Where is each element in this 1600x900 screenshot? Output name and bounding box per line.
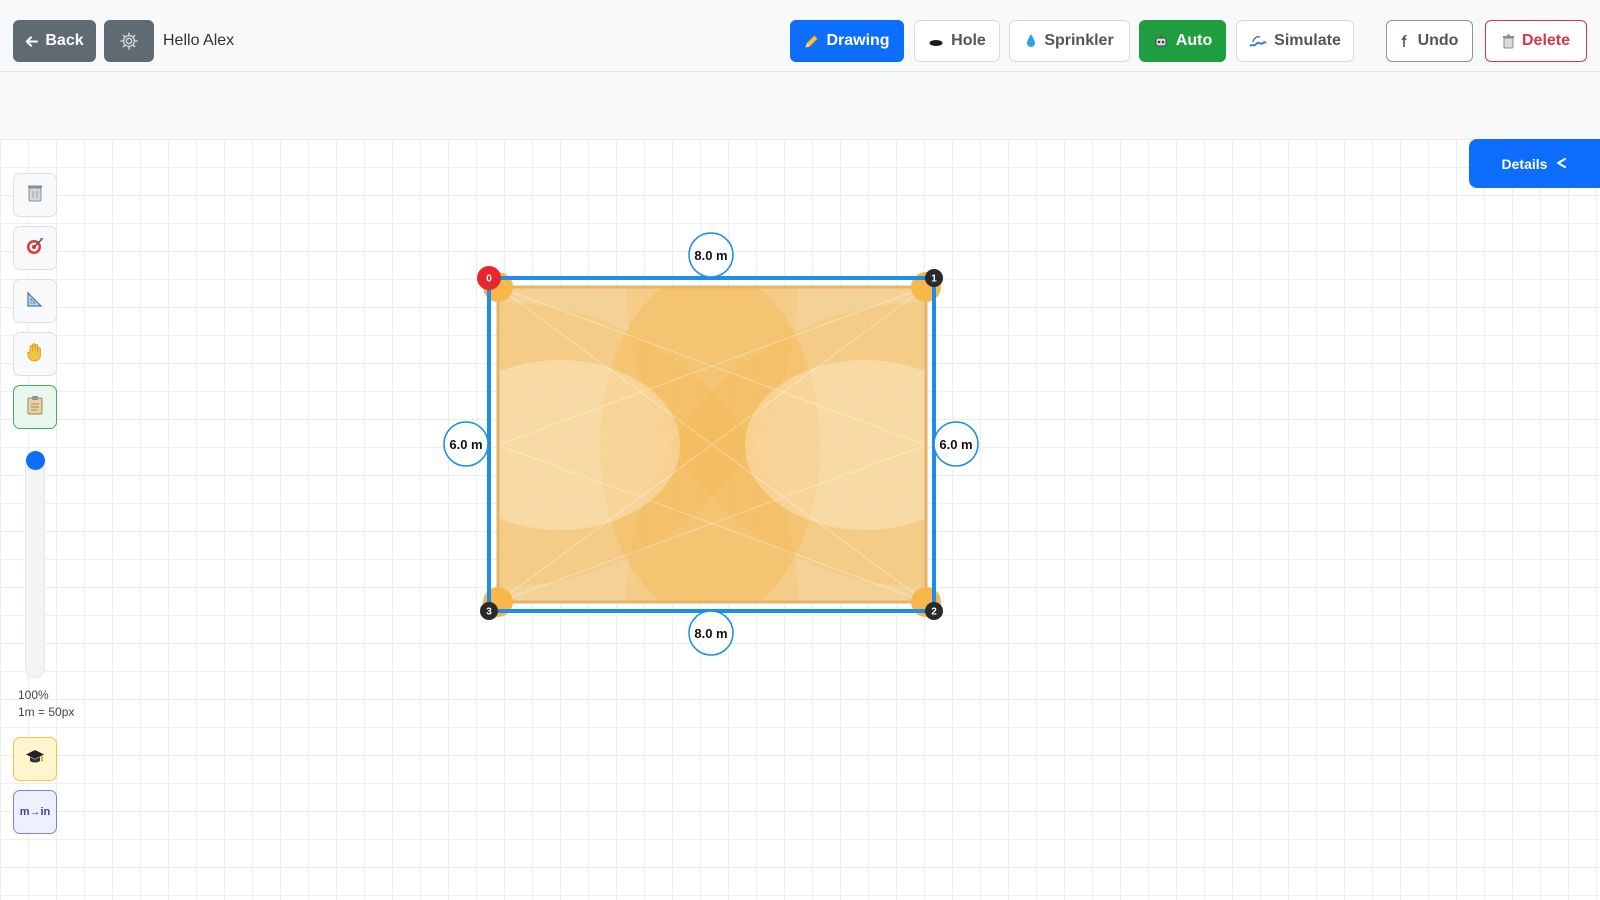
garden-drawing: 0 1 2 3 8.0 m 6.0 m 8.0 m 6.0 m bbox=[443, 232, 979, 656]
triangle-ruler-icon bbox=[26, 290, 44, 313]
unit-toggle-button[interactable]: m→in bbox=[13, 790, 57, 834]
edge-length-label: 6.0 m bbox=[449, 437, 482, 452]
measure-tool[interactable] bbox=[13, 279, 57, 323]
target-tool[interactable] bbox=[13, 226, 57, 270]
vertex-2[interactable]: 2 bbox=[925, 602, 943, 620]
zoom-scale: 1m = 50px bbox=[18, 705, 75, 719]
edge-length-right[interactable]: 6.0 m bbox=[933, 421, 979, 467]
edge-length-top[interactable]: 8.0 m bbox=[688, 232, 734, 278]
vertex-1[interactable]: 1 bbox=[925, 269, 943, 287]
clipboard-icon bbox=[26, 395, 44, 420]
tutorial-button[interactable] bbox=[13, 737, 57, 781]
zoom-level: 100% bbox=[18, 688, 49, 702]
zoom-slider-track[interactable] bbox=[25, 452, 45, 678]
edge-length-left[interactable]: 6.0 m bbox=[443, 421, 489, 467]
vertex-label: 3 bbox=[486, 607, 492, 618]
notes-tool[interactable] bbox=[13, 385, 57, 429]
hand-icon bbox=[26, 342, 44, 367]
clear-tool[interactable] bbox=[13, 173, 57, 217]
vertex-3[interactable]: 3 bbox=[480, 602, 498, 620]
zoom-slider-handle[interactable] bbox=[26, 451, 45, 470]
chevron-left-icon bbox=[1555, 156, 1567, 172]
pan-tool[interactable] bbox=[13, 332, 57, 376]
vertex-label: 0 bbox=[486, 274, 492, 285]
edge-length-bottom[interactable]: 8.0 m bbox=[688, 610, 734, 656]
vertex-label: 1 bbox=[931, 274, 937, 285]
edge-length-label: 8.0 m bbox=[694, 626, 727, 641]
edge-length-label: 8.0 m bbox=[694, 248, 727, 263]
sprinkler-coverage bbox=[498, 287, 926, 602]
vertex-label: 2 bbox=[931, 607, 937, 618]
vertex-0[interactable]: 0 bbox=[477, 266, 501, 290]
unit-toggle-label: m→in bbox=[19, 806, 51, 818]
graduation-cap-icon bbox=[25, 748, 45, 771]
edge-length-label: 6.0 m bbox=[939, 437, 972, 452]
target-icon bbox=[25, 236, 45, 261]
details-label: Details bbox=[1501, 155, 1548, 172]
details-panel-toggle[interactable]: Details bbox=[1469, 139, 1600, 188]
trash-icon bbox=[26, 183, 44, 207]
